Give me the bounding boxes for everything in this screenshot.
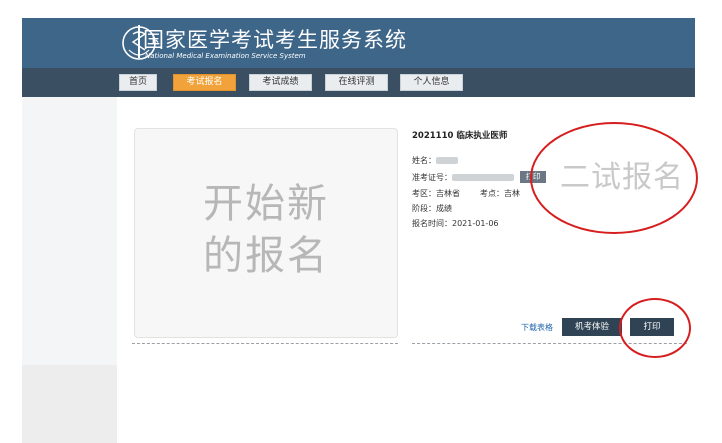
main-nav: 首页 考试报名 考试成绩 在线评测 个人信息 (22, 68, 695, 97)
date-value: 2021-01-06 (452, 219, 499, 228)
site-subtitle: National Medical Examination Service Sys… (145, 52, 306, 60)
divider-left (132, 343, 398, 344)
site-header: 国家医学考试考生服务系统 National Medical Examinatio… (22, 18, 695, 68)
nav-exam-registration[interactable]: 考试报名 (173, 74, 236, 91)
cbt-experience-button[interactable]: 机考体验 (562, 318, 622, 336)
admission-label: 准考证号： (412, 173, 452, 182)
new-registration-card[interactable]: 开始新 的报名 (134, 128, 398, 338)
new-registration-line2: 的报名 (203, 233, 329, 279)
exam-title: 2021110 临床执业医师 (412, 131, 508, 141)
stage-value: 成绩 (436, 204, 452, 213)
left-margin-lower (22, 365, 117, 443)
region-label: 考区： (412, 189, 436, 198)
stage-label: 阶段： (412, 204, 436, 213)
download-form-link[interactable]: 下载表格 (521, 322, 553, 333)
admission-value-redacted (452, 174, 514, 181)
region-row: 考区：吉林省 考点：吉林 (412, 188, 520, 199)
nav-home[interactable]: 首页 (119, 74, 157, 91)
date-row: 报名时间：2021-01-06 (412, 218, 499, 229)
stage-row: 阶段：成绩 (412, 203, 452, 214)
name-row: 姓名： (412, 155, 458, 166)
region-value: 吉林省 (436, 189, 460, 198)
nav-exam-scores[interactable]: 考试成绩 (249, 74, 312, 91)
site-value: 吉林 (504, 189, 520, 198)
name-value-redacted (436, 157, 458, 164)
annotation-circle-watermark (530, 122, 698, 234)
admission-row: 准考证号： (412, 172, 514, 183)
site-title: 国家医学考试考生服务系统 (143, 28, 407, 52)
site-label: 考点： (480, 189, 504, 198)
annotation-circle-print (619, 298, 691, 358)
date-label: 报名时间： (412, 219, 452, 228)
new-registration-line1: 开始新 (203, 181, 329, 227)
nav-personal-info[interactable]: 个人信息 (400, 74, 463, 91)
nav-online-assessment[interactable]: 在线评测 (325, 74, 388, 91)
name-label: 姓名： (412, 156, 436, 165)
